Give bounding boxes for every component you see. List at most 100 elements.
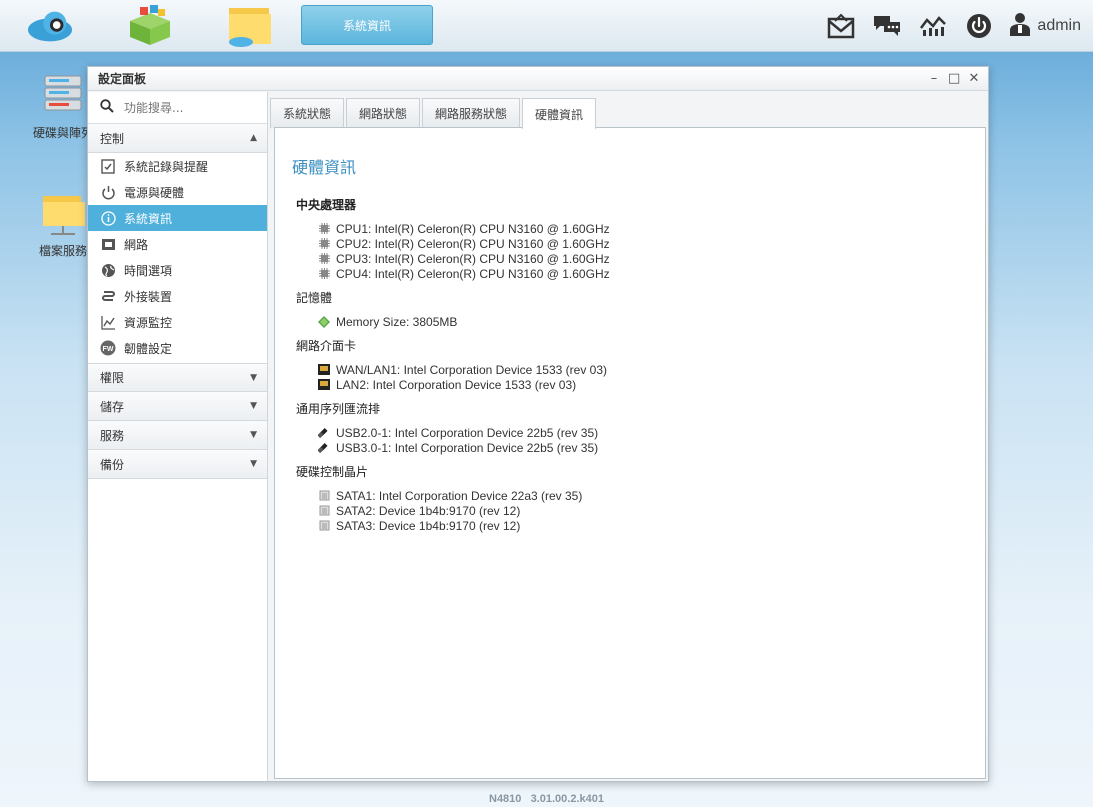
chevron-down-icon: ▼ — [250, 401, 257, 411]
taskbar-active-app[interactable]: 系統資訊 — [301, 5, 433, 45]
section-usb: 通用序列匯流排 USB2.0-1: Intel Corporation Devi… — [296, 400, 985, 455]
settings-window: 設定面板 – □ ✕ 控制 ▲ 系統記錄與提醒 電源與硬體 系統資訊 — [87, 66, 989, 782]
sidebar-item-label: 時間選項 — [124, 263, 173, 278]
chip-icon — [318, 223, 330, 235]
nic-line: WAN/LAN1: Intel Corporation Device 1533 … — [336, 362, 608, 377]
usb-plug-icon — [318, 427, 330, 439]
section-heading: 記憶體 — [296, 291, 333, 305]
minimize-button[interactable]: – — [928, 71, 940, 86]
category-control[interactable]: 控制 ▲ — [88, 124, 267, 153]
globe-icon — [100, 262, 116, 278]
sidebar-item-power[interactable]: 電源與硬體 — [88, 179, 267, 205]
section-heading: 中央處理器 — [296, 198, 357, 212]
usb-icon — [100, 288, 116, 304]
section-memory: 記憶體 Memory Size: 3805MB — [296, 289, 985, 329]
sidebar-item-firmware[interactable]: FW 韌體設定 — [88, 335, 267, 361]
section-cpu: 中央處理器 CPU1: Intel(R) Celeron(R) CPU N316… — [296, 196, 985, 281]
disk-controller-icon — [318, 520, 330, 532]
firmware-icon: FW — [100, 340, 116, 356]
folder-icon — [39, 190, 87, 238]
cpu-line: CPU2: Intel(R) Celeron(R) CPU N3160 @ 1.… — [336, 236, 610, 251]
sidebar-item-external-devices[interactable]: 外接裝置 — [88, 283, 267, 309]
sidebar-item-label: 外接裝置 — [124, 289, 173, 304]
close-button[interactable]: ✕ — [968, 71, 980, 86]
tab-bar: 系統狀態 網路狀態 網路服務狀態 硬體資訊 — [270, 98, 598, 129]
clipboard-check-icon — [100, 158, 116, 174]
sata-line: SATA3: Device 1b4b:9170 (rev 12) — [336, 518, 521, 533]
app-center-icon[interactable] — [126, 4, 174, 48]
cloud-icon[interactable] — [26, 4, 74, 48]
maximize-button[interactable]: □ — [948, 71, 960, 86]
window-titlebar[interactable]: 設定面板 — [88, 67, 988, 91]
chip-icon — [318, 238, 330, 250]
category-label: 服務 — [100, 428, 125, 443]
content-area: 系統狀態 網路狀態 網路服務狀態 硬體資訊 硬體資訊 中央處理器 CPU1: I… — [270, 92, 988, 781]
sidebar-item-label: 韌體設定 — [124, 341, 173, 356]
disk-controller-icon — [318, 490, 330, 502]
cpu-line: CPU1: Intel(R) Celeron(R) CPU N3160 @ 1.… — [336, 221, 610, 236]
chevron-down-icon: ▼ — [250, 430, 257, 440]
panel-title: 硬體資訊 — [292, 158, 357, 177]
usb-line: USB2.0-1: Intel Corporation Device 22b5 … — [336, 425, 599, 440]
category-permission[interactable]: 權限 ▼ — [88, 363, 267, 392]
sidebar-item-system-info[interactable]: 系統資訊 — [88, 205, 267, 231]
category-storage[interactable]: 儲存 ▼ — [88, 392, 267, 421]
sidebar-item-time[interactable]: 時間選項 — [88, 257, 267, 283]
sata-line: SATA1: Intel Corporation Device 22a3 (re… — [336, 488, 583, 503]
sidebar-item-system-log[interactable]: 系統記錄與提醒 — [88, 153, 267, 179]
cpu-line: CPU3: Intel(R) Celeron(R) CPU N3160 @ 1.… — [336, 251, 610, 266]
section-nic: 網路介面卡 WAN/LAN1: Intel Corporation Device… — [296, 337, 985, 392]
mail-icon[interactable] — [825, 10, 857, 42]
power-icon — [100, 184, 116, 200]
sidebar-item-label: 網路 — [124, 237, 149, 252]
chevron-up-icon: ▲ — [250, 133, 257, 143]
network-port-icon — [100, 236, 116, 252]
window-title: 設定面板 — [98, 72, 147, 86]
category-service[interactable]: 服務 ▼ — [88, 421, 267, 450]
sata-line: SATA2: Device 1b4b:9170 (rev 12) — [336, 503, 521, 518]
sidebar-item-resource-monitor[interactable]: 資源監控 — [88, 309, 267, 335]
nic-line: LAN2: Intel Corporation Device 1533 (rev… — [336, 377, 577, 392]
dashboard-icon[interactable] — [917, 10, 949, 42]
tab-network-service-status[interactable]: 網路服務狀態 — [422, 98, 521, 128]
chat-icon[interactable] — [871, 10, 903, 42]
tab-system-status[interactable]: 系統狀態 — [270, 98, 345, 128]
tab-hardware-info[interactable]: 硬體資訊 — [522, 98, 597, 129]
file-manager-icon[interactable] — [226, 4, 274, 48]
disk-controller-icon — [318, 505, 330, 517]
taskbar: 系統資訊 admin — [0, 0, 1093, 52]
svg-text:FW: FW — [103, 346, 114, 353]
category-label: 控制 — [100, 131, 125, 146]
user-icon — [1009, 12, 1031, 41]
user-menu[interactable]: admin — [1009, 12, 1081, 41]
category-backup[interactable]: 備份 ▼ — [88, 450, 267, 479]
nic-icon — [318, 379, 330, 391]
sidebar: 控制 ▲ 系統記錄與提醒 電源與硬體 系統資訊 網路 時間選項 外接裝置 — [88, 92, 268, 781]
memory-icon — [318, 315, 330, 328]
nic-icon — [318, 364, 330, 376]
category-label: 儲存 — [100, 399, 125, 414]
firmware-version-footer: N4810 3.01.00.2.k401 — [489, 793, 604, 805]
cpu-line: CPU4: Intel(R) Celeron(R) CPU N3160 @ 1.… — [336, 266, 610, 281]
sidebar-item-network[interactable]: 網路 — [88, 231, 267, 257]
power-icon[interactable] — [963, 10, 995, 42]
section-heading: 通用序列匯流排 — [296, 402, 381, 416]
section-heading: 硬碟控制晶片 — [296, 465, 369, 479]
chip-icon — [318, 253, 330, 265]
chart-line-icon — [100, 314, 116, 330]
tab-network-status[interactable]: 網路狀態 — [346, 98, 421, 128]
user-name: admin — [1037, 17, 1081, 34]
section-heading: 網路介面卡 — [296, 339, 357, 353]
desktop-icon-label: 檔案服務 — [38, 244, 87, 258]
chip-icon — [318, 268, 330, 280]
chevron-down-icon: ▼ — [250, 459, 257, 469]
sidebar-item-label: 系統記錄與提醒 — [124, 159, 209, 174]
hardware-info-panel: 硬體資訊 中央處理器 CPU1: Intel(R) Celeron(R) CPU… — [274, 127, 986, 779]
sidebar-item-label: 系統資訊 — [124, 211, 173, 226]
category-label: 備份 — [100, 457, 125, 472]
memory-line: Memory Size: 3805MB — [336, 314, 458, 329]
usb-plug-icon — [318, 442, 330, 454]
desktop-icon-label: 硬碟與陣列 — [32, 126, 93, 140]
search-box — [88, 92, 267, 124]
search-input[interactable] — [124, 100, 254, 115]
